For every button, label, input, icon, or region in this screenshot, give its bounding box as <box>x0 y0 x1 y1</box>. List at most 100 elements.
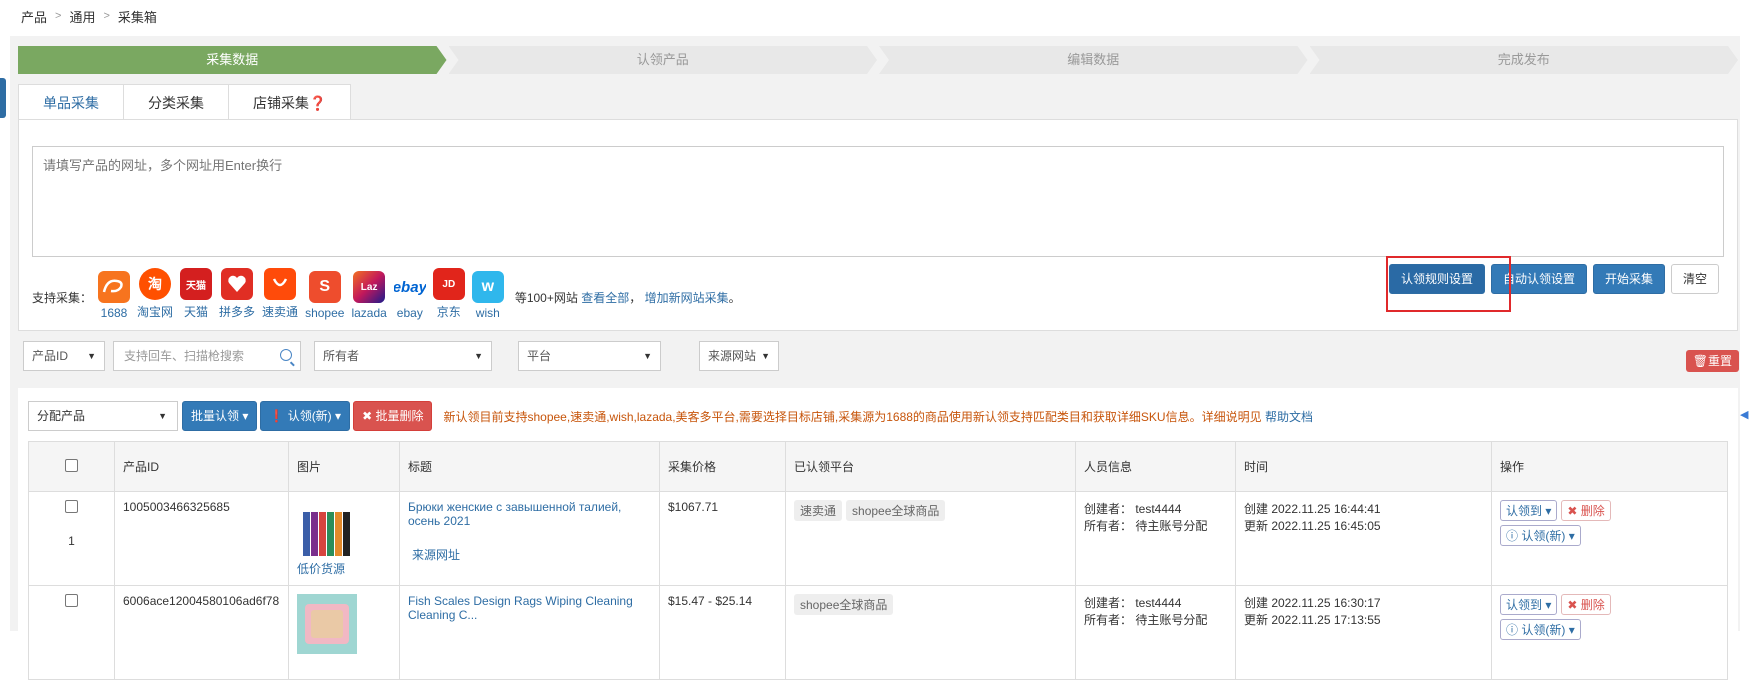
platform-lazada[interactable]: Laz lazada <box>351 271 387 320</box>
sidebar-toggle-handle[interactable] <box>0 78 6 118</box>
caret-down-icon: ▾ <box>1545 598 1552 612</box>
col-time: 时间 <box>1235 441 1492 492</box>
product-title-link[interactable]: Брюки женские с завышенной талией, осень… <box>408 500 651 528</box>
platform-pinduoduo[interactable]: 拼多多 <box>219 268 255 320</box>
product-image[interactable] <box>297 594 357 654</box>
created-time: 创建 2022.11.25 16:44:41 <box>1244 502 1381 516</box>
caret-down-icon: ▼ <box>761 351 770 361</box>
product-table: 产品ID 图片 标题 采集价格 已认领平台 人员信息 时间 操作 1 10050… <box>28 441 1728 680</box>
progress-steps: 采集数据 认领产品 编辑数据 完成发布 <box>18 46 1740 74</box>
caret-down-icon: ▾ <box>335 409 342 423</box>
batch-delete-button[interactable]: ✖ 批量删除 <box>353 401 433 431</box>
col-price: 采集价格 <box>659 441 786 492</box>
tmall-icon: 天猫 <box>180 268 213 300</box>
breadcrumb: 产品 > 通用 > 采集箱 <box>0 0 1750 32</box>
tab-category[interactable]: 分类采集 <box>123 84 229 120</box>
ebay-icon: ebay <box>393 271 426 303</box>
collect-price: $15.47 - $25.14 <box>659 585 786 680</box>
taobao-icon: 淘 <box>139 268 172 300</box>
delete-button[interactable]: ✖ 删除 <box>1561 500 1611 521</box>
claim-notice: 新认领目前支持shopee,速卖通,wish,lazada,美客多平台,需要选择… <box>443 409 1313 424</box>
row-index: 1 <box>68 534 75 548</box>
tab-store[interactable]: 店铺采集❓ <box>228 84 352 120</box>
caret-down-icon: ▾ <box>242 409 249 423</box>
platform-tmall[interactable]: 天猫 天猫 <box>180 268 213 320</box>
view-all-link[interactable]: 查看全部 <box>581 291 629 305</box>
delete-button[interactable]: ✖ 删除 <box>1561 594 1611 615</box>
claim-new-row-button[interactable]: ⓘ 认领(新) ▾ <box>1500 619 1581 640</box>
platform-tag: shopee全球商品 <box>846 500 946 521</box>
chevron-right-icon: > <box>55 10 62 22</box>
platform-ebay[interactable]: ebay ebay <box>393 271 426 320</box>
clear-button[interactable]: 清空 <box>1670 264 1719 294</box>
breadcrumb-item-products[interactable]: 产品 <box>21 7 47 26</box>
wish-icon: w <box>471 271 504 303</box>
info-icon: ❗ <box>269 409 285 423</box>
filter-bar: 产品ID ▼ 支持回车、扫描枪搜索 所有者 ▼ 平台 ▼ 来源网站 ▼ <box>23 341 1735 371</box>
support-label: 支持采集： <box>32 291 93 305</box>
owner-select[interactable]: 所有者 ▼ <box>314 341 492 371</box>
platform-aliexpress[interactable]: 速卖通 <box>262 268 298 320</box>
source-url-link[interactable]: 来源网址 <box>412 546 651 563</box>
close-icon: ✖ <box>362 409 373 423</box>
collect-tabs: 单品采集 分类采集 店铺采集❓ <box>18 84 352 120</box>
search-icon <box>280 349 292 361</box>
breadcrumb-item-general[interactable]: 通用 <box>69 7 95 26</box>
platform-tag: 速卖通 <box>794 500 843 521</box>
platform-shopee[interactable]: S shopee <box>305 271 344 320</box>
row-checkbox[interactable] <box>65 500 78 513</box>
caret-left-icon[interactable]: ◀ <box>1740 408 1750 428</box>
claim-new-row-button[interactable]: ⓘ 认领(新) ▾ <box>1500 525 1581 546</box>
action-bar: 分配产品 ▼ 批量认领 ▾ ❗ 认领(新) ▾ ✖ 批量删除 新认领目前支持sho… <box>28 401 1313 431</box>
aliexpress-icon <box>264 268 297 300</box>
table-row: 6006ace12004580106ad6f78 Fish Scales Des… <box>28 585 1728 680</box>
product-title-link[interactable]: Fish Scales Design Rags Wiping Cleaning … <box>408 594 651 622</box>
platform-1688[interactable]: 1688 <box>98 271 131 320</box>
col-platforms: 已认领平台 <box>785 441 1076 492</box>
table-header: 产品ID 图片 标题 采集价格 已认领平台 人员信息 时间 操作 <box>28 441 1728 492</box>
more-sites: 等100+网站 查看全部， 增加新网站采集。 <box>514 291 741 305</box>
platform-tag: shopee全球商品 <box>794 594 894 615</box>
pinduoduo-icon <box>221 268 254 300</box>
supported-platforms: 支持采集： 1688 淘 淘宝网 天猫 天猫 拼多多 速卖通 S shopee … <box>32 268 741 320</box>
batch-claim-button[interactable]: 批量认领 ▾ <box>182 401 258 431</box>
platform-select[interactable]: 平台 ▼ <box>518 341 661 371</box>
step-claim: 认领产品 <box>449 46 878 74</box>
col-actions: 操作 <box>1491 441 1728 492</box>
step-edit: 编辑数据 <box>879 46 1308 74</box>
close-icon: ✖ <box>1567 598 1578 612</box>
url-input[interactable] <box>32 146 1724 257</box>
updated-time: 更新 2022.11.25 17:13:55 <box>1244 613 1381 627</box>
claim-new-button[interactable]: ❗ 认领(新) ▾ <box>260 401 351 431</box>
highlight-frame <box>1386 256 1511 312</box>
reset-button[interactable]: 🗑重置 <box>1685 350 1739 372</box>
product-id-select[interactable]: 产品ID ▼ <box>23 341 105 371</box>
creator-info: 创建者： test4444 <box>1084 596 1182 610</box>
lazada-icon: Laz <box>353 271 386 303</box>
product-id: 6006ace12004580106ad6f78 <box>114 585 289 680</box>
close-icon: ✖ <box>1567 504 1578 518</box>
add-site-link[interactable]: 增加新网站采集 <box>645 291 729 305</box>
platform-taobao[interactable]: 淘 淘宝网 <box>137 268 173 320</box>
search-input[interactable]: 支持回车、扫描枪搜索 <box>113 341 301 371</box>
source-site-select[interactable]: 来源网站 ▼ <box>699 341 779 371</box>
chevron-right-icon: > <box>103 10 110 22</box>
claim-to-button[interactable]: 认领到 ▾ <box>1500 594 1558 615</box>
caret-down-icon: ▾ <box>1568 623 1575 637</box>
start-collect-button[interactable]: 开始采集 <box>1592 264 1665 294</box>
tab-single[interactable]: 单品采集 <box>18 84 124 120</box>
platform-wish[interactable]: w wish <box>471 271 504 320</box>
caret-down-icon: ▾ <box>1568 529 1575 543</box>
col-image: 图片 <box>288 441 400 492</box>
select-all-checkbox[interactable] <box>65 458 78 472</box>
platform-jd[interactable]: JD 京东 <box>432 268 465 320</box>
row-checkbox[interactable] <box>65 594 78 607</box>
claim-to-button[interactable]: 认领到 ▾ <box>1500 500 1558 521</box>
product-image[interactable] <box>297 500 357 560</box>
col-product-id: 产品ID <box>114 441 289 492</box>
info-icon: ⓘ <box>1506 529 1519 543</box>
help-doc-link[interactable]: 帮助文档 <box>1265 410 1313 424</box>
low-price-source-link[interactable]: 低价货源 <box>297 560 391 577</box>
col-title: 标题 <box>399 441 660 492</box>
assign-select[interactable]: 分配产品 ▼ <box>28 401 178 431</box>
